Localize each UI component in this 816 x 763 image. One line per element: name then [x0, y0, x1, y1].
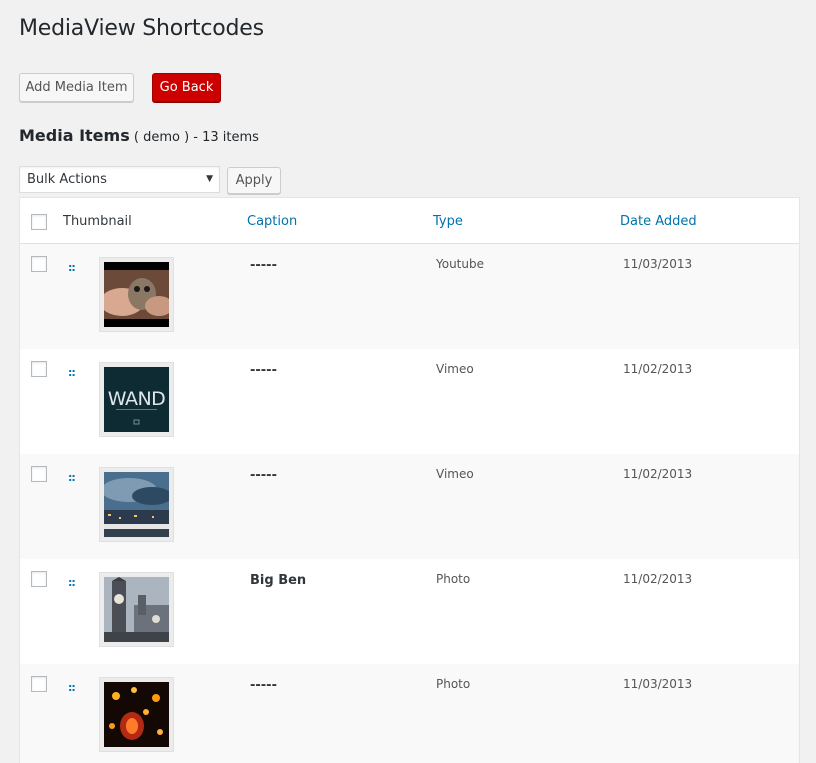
drag-handle-icon[interactable]: ::: [68, 576, 76, 589]
type-cell: Vimeo: [436, 467, 474, 481]
section-count: - 13 items: [193, 130, 259, 145]
date-cell: 11/02/2013: [623, 467, 693, 481]
city-sky-thumbnail-icon: [104, 472, 169, 537]
section-heading: Media Items ( demo ) - 13 items: [19, 126, 259, 145]
row-checkbox[interactable]: [31, 676, 47, 692]
column-type-sort-link[interactable]: Type: [433, 214, 463, 229]
go-back-button[interactable]: Go Back: [152, 73, 221, 102]
thumbnail: [99, 467, 174, 542]
table-header: Thumbnail Caption Type Date Added: [20, 198, 799, 244]
page: MediaView Shortcodes Add Media Item Go B…: [0, 0, 816, 763]
drag-handle-icon[interactable]: ::: [68, 681, 76, 694]
media-items-table: Thumbnail Caption Type Date Added :: ---…: [19, 197, 800, 763]
bulk-actions-select[interactable]: Bulk Actions ▼: [19, 166, 220, 193]
table-row: :: Big Ben Photo 11/02/2013: [20, 559, 799, 664]
table-row: :: ----- Youtube 11/03/2013: [20, 244, 799, 349]
drag-handle-icon[interactable]: ::: [68, 471, 76, 484]
svg-text:WAND: WAND: [108, 388, 166, 410]
thumbnail: [99, 257, 174, 332]
thumbnail: [99, 572, 174, 647]
caption-cell: -----: [250, 678, 277, 693]
column-caption-sort-link[interactable]: Caption: [247, 214, 297, 229]
caption-cell: Big Ben: [250, 573, 307, 588]
table-row: :: ----- Vimeo 11/02/2013: [20, 454, 799, 559]
drag-handle-icon[interactable]: ::: [68, 261, 76, 274]
bulk-actions-value: Bulk Actions: [27, 172, 107, 187]
caption-cell: -----: [250, 363, 277, 378]
wand-thumbnail-icon: WAND: [104, 367, 169, 432]
caption-cell: -----: [250, 258, 277, 273]
row-checkbox[interactable]: [31, 571, 47, 587]
date-cell: 11/03/2013: [623, 257, 693, 271]
date-cell: 11/02/2013: [623, 572, 693, 586]
select-all-checkbox[interactable]: [31, 214, 47, 230]
row-checkbox[interactable]: [31, 256, 47, 272]
date-cell: 11/02/2013: [623, 362, 693, 376]
caret-down-icon: ▼: [206, 174, 213, 184]
type-cell: Photo: [436, 572, 471, 586]
section-title: Media Items: [19, 126, 130, 145]
add-media-item-button[interactable]: Add Media Item: [19, 73, 134, 102]
column-date-sort-link[interactable]: Date Added: [620, 214, 697, 229]
owl-thumbnail-icon: [104, 262, 169, 327]
page-title: MediaView Shortcodes: [19, 16, 264, 41]
type-cell: Youtube: [436, 257, 484, 271]
apply-button[interactable]: Apply: [227, 167, 281, 194]
big-ben-thumbnail-icon: [104, 577, 169, 642]
type-cell: Photo: [436, 677, 471, 691]
section-context: ( demo ): [133, 130, 190, 145]
drag-handle-icon[interactable]: ::: [68, 366, 76, 379]
table-row: :: ----- Photo 11/03/2013: [20, 664, 799, 763]
type-cell: Vimeo: [436, 362, 474, 376]
table-row: :: WAND ----- Vimeo 11/02/2013: [20, 349, 799, 454]
thumbnail: WAND: [99, 362, 174, 437]
thumbnail: [99, 677, 174, 752]
caption-cell: -----: [250, 468, 277, 483]
row-checkbox[interactable]: [31, 361, 47, 377]
date-cell: 11/03/2013: [623, 677, 693, 691]
row-checkbox[interactable]: [31, 466, 47, 482]
column-thumbnail: Thumbnail: [63, 214, 132, 229]
lanterns-thumbnail-icon: [104, 682, 169, 747]
